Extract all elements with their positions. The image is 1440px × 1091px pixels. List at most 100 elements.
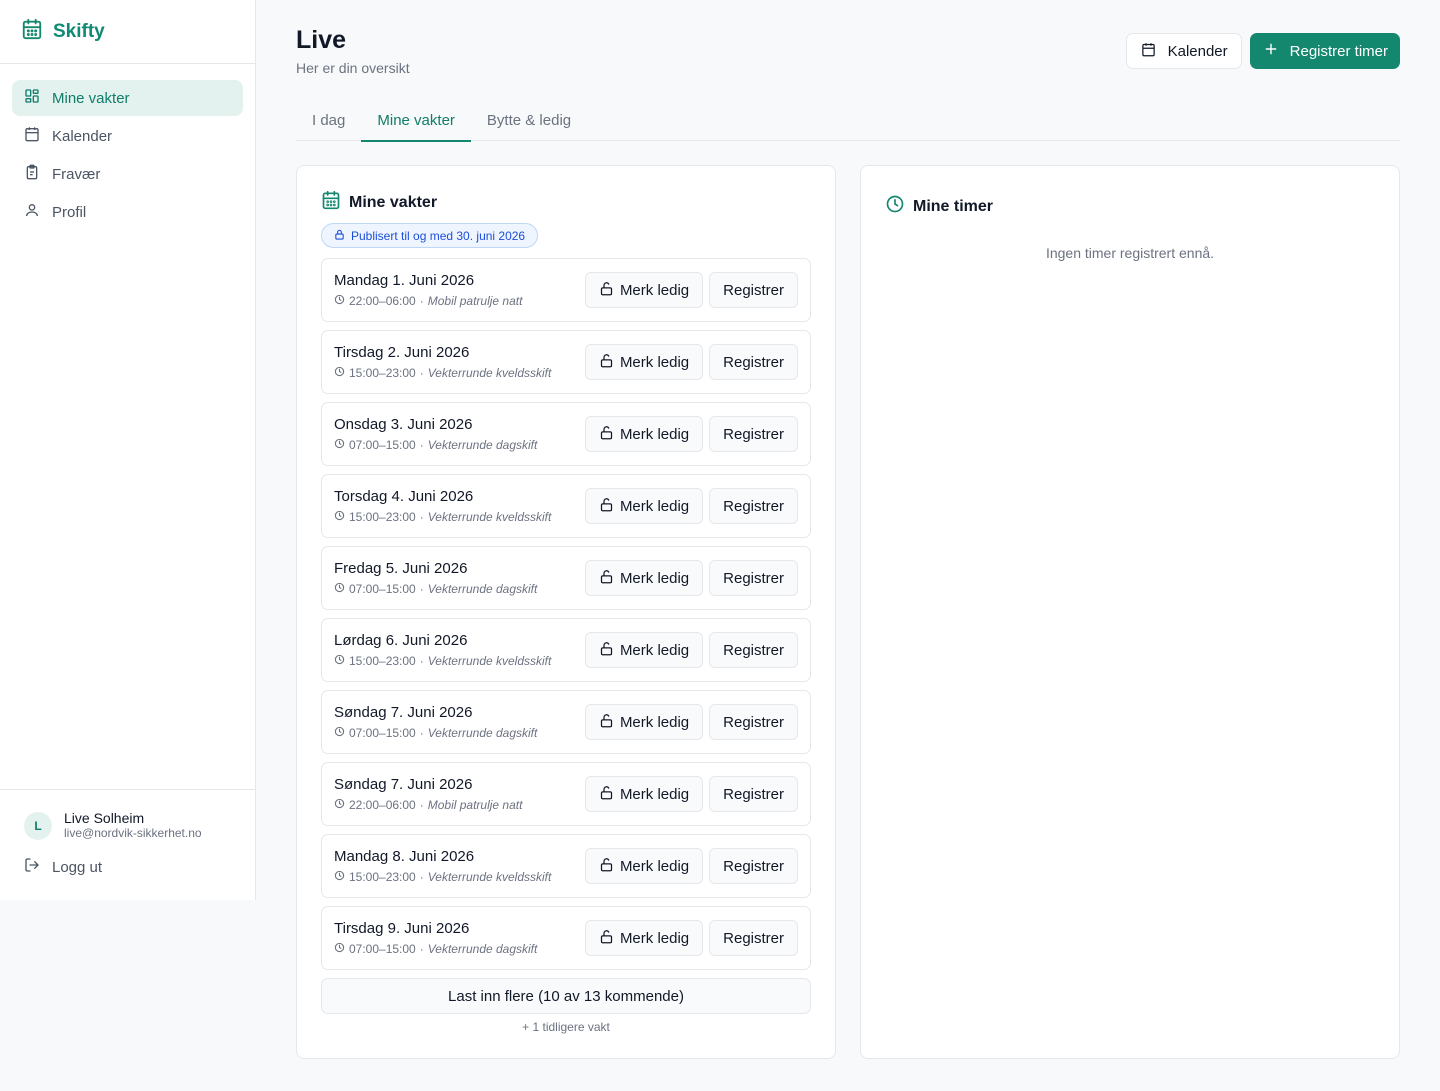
mark-free-label: Merk ledig bbox=[619, 929, 690, 947]
register-shift-button[interactable]: Registrer bbox=[709, 776, 798, 812]
tabs: I dag Mine vakter Bytte & ledig bbox=[296, 100, 1400, 142]
shift-row: Lørdag 6. Juni 2026 15:00–23:00 · Vekterrun… bbox=[321, 618, 811, 682]
mark-free-button[interactable]: Merk ledig bbox=[584, 488, 704, 524]
shift-date: Lørdag 6. Juni 2026 bbox=[334, 632, 468, 649]
shift-row: Mandag 1. Juni 2026 22:00–06:00 · Mobil pat… bbox=[321, 258, 811, 322]
sidebar-item-label: Fravær bbox=[52, 165, 101, 183]
logout-icon bbox=[24, 857, 40, 877]
sidebar-footer: L Live Solheim live@nordvik-sikkerhet.no… bbox=[0, 789, 255, 900]
shift-type: Mobil patrulje natt bbox=[427, 798, 523, 812]
mark-free-button[interactable]: Merk ledig bbox=[584, 848, 704, 884]
clock-icon bbox=[885, 194, 905, 219]
user-email: live@nordvik-sikkerhet.no bbox=[64, 826, 202, 840]
page-title: Live bbox=[296, 26, 347, 54]
shift-type: Vekterrunde dagskift bbox=[427, 582, 538, 596]
shift-time: 15:00–23:00 bbox=[349, 654, 416, 668]
shift-date: Mandag 8. Juni 2026 bbox=[334, 848, 475, 865]
published-badge-label: Publisert til og med 30. juni 2026 bbox=[351, 228, 526, 243]
shift-time: 07:00–15:00 bbox=[349, 438, 416, 452]
shift-date: Mandag 1. Juni 2026 bbox=[334, 272, 475, 289]
shift-info: Onsdag 3. Juni 2026 07:00–15:00 · Vekterrun… bbox=[334, 416, 537, 452]
shift-actions: Merk ledig Registrer bbox=[584, 776, 798, 812]
sidebar-item-profil[interactable]: Profil bbox=[12, 194, 243, 230]
mark-free-label: Merk ledig bbox=[619, 641, 690, 659]
main-content: Live Her er din oversikt Kalender Regist… bbox=[296, 0, 1400, 1059]
shift-meta: 07:00–15:00 · Vekterrunde dagskift bbox=[334, 438, 537, 452]
shift-info: Mandag 1. Juni 2026 22:00–06:00 · Mobil pat… bbox=[334, 272, 522, 308]
shift-time: 22:00–06:00 bbox=[349, 294, 416, 308]
sidebar-item-label: Kalender bbox=[52, 127, 113, 145]
mark-free-button[interactable]: Merk ledig bbox=[584, 704, 704, 740]
mark-free-label: Merk ledig bbox=[619, 569, 690, 587]
calendar-button[interactable]: Kalender bbox=[1125, 33, 1242, 69]
unlock-icon bbox=[599, 569, 614, 588]
load-more-button[interactable]: Last inn flere (10 av 13 kommende) bbox=[321, 978, 811, 1014]
separator-dot: · bbox=[419, 654, 424, 668]
register-shift-button[interactable]: Registrer bbox=[709, 560, 798, 596]
register-shift-button[interactable]: Registrer bbox=[709, 272, 798, 308]
register-shift-button[interactable]: Registrer bbox=[709, 848, 798, 884]
sidebar-item-mine-vakter[interactable]: Mine vakter bbox=[12, 80, 243, 116]
mark-free-button[interactable]: Merk ledig bbox=[584, 272, 704, 308]
shift-row: Søndag 7. Juni 2026 22:00–06:00 · Mobil pat… bbox=[321, 762, 811, 826]
brand-name: Skifty bbox=[53, 20, 105, 42]
tab-i-dag[interactable]: I dag bbox=[296, 100, 361, 141]
separator-dot: · bbox=[419, 870, 424, 884]
clock-icon bbox=[334, 366, 345, 380]
register-hours-button[interactable]: Registrer timer bbox=[1249, 33, 1400, 69]
clock-icon bbox=[334, 726, 345, 740]
shift-meta: 22:00–06:00 · Mobil patrulje natt bbox=[334, 798, 522, 812]
shift-actions: Merk ledig Registrer bbox=[584, 848, 798, 884]
mark-free-button[interactable]: Merk ledig bbox=[584, 632, 704, 668]
shift-row: Fredag 5. Juni 2026 07:00–15:00 · Vekterrun… bbox=[321, 546, 811, 610]
sidebar-item-label: Profil bbox=[52, 203, 87, 221]
mark-free-button[interactable]: Merk ledig bbox=[584, 560, 704, 596]
clock-icon bbox=[334, 438, 345, 452]
calendar-button-label: Kalender bbox=[1167, 42, 1228, 60]
separator-dot: · bbox=[419, 438, 424, 452]
sidebar-item-fravaer[interactable]: Fravær bbox=[12, 156, 243, 192]
mark-free-button[interactable]: Merk ledig bbox=[584, 920, 704, 956]
shift-info: Torsdag 4. Juni 2026 15:00–23:00 · Vekterru… bbox=[334, 488, 551, 524]
tab-mine-vakter[interactable]: Mine vakter bbox=[361, 100, 471, 142]
user-profile: L Live Solheim live@nordvik-sikkerhet.no bbox=[24, 810, 231, 841]
register-shift-button[interactable]: Registrer bbox=[709, 920, 798, 956]
shift-time: 15:00–23:00 bbox=[349, 510, 416, 524]
mark-free-button[interactable]: Merk ledig bbox=[584, 344, 704, 380]
register-shift-button[interactable]: Registrer bbox=[709, 416, 798, 452]
unlock-icon bbox=[599, 785, 614, 804]
sidebar-item-label: Mine vakter bbox=[52, 89, 130, 107]
unlock-icon bbox=[599, 497, 614, 516]
shift-actions: Merk ledig Registrer bbox=[584, 488, 798, 524]
separator-dot: · bbox=[419, 510, 424, 524]
shift-time: 07:00–15:00 bbox=[349, 582, 416, 596]
shift-type: Vekterrunde kveldsskift bbox=[427, 510, 552, 524]
brand[interactable]: Skifty bbox=[0, 0, 255, 64]
register-shift-button[interactable]: Registrer bbox=[709, 704, 798, 740]
separator-dot: · bbox=[419, 294, 424, 308]
tab-bytte-ledig[interactable]: Bytte & ledig bbox=[471, 100, 587, 141]
shift-info: Mandag 8. Juni 2026 15:00–23:00 · Vekterrun… bbox=[334, 848, 551, 884]
mark-free-label: Merk ledig bbox=[619, 281, 690, 299]
shift-date: Tirsdag 2. Juni 2026 bbox=[334, 344, 470, 361]
clipboard-icon bbox=[24, 164, 40, 184]
shift-date: Tirsdag 9. Juni 2026 bbox=[334, 920, 470, 937]
shift-actions: Merk ledig Registrer bbox=[584, 560, 798, 596]
mark-free-button[interactable]: Merk ledig bbox=[584, 416, 704, 452]
mark-free-button[interactable]: Merk ledig bbox=[584, 776, 704, 812]
shift-date: Fredag 5. Juni 2026 bbox=[334, 560, 468, 577]
register-shift-button[interactable]: Registrer bbox=[709, 344, 798, 380]
shift-meta: 15:00–23:00 · Vekterrunde kveldsskift bbox=[334, 654, 551, 668]
register-shift-button[interactable]: Registrer bbox=[709, 488, 798, 524]
shift-actions: Merk ledig Registrer bbox=[584, 344, 798, 380]
hours-card-title: Mine timer bbox=[913, 197, 994, 215]
shift-type: Vekterrunde kveldsskift bbox=[427, 654, 552, 668]
register-shift-button[interactable]: Registrer bbox=[709, 632, 798, 668]
shift-meta: 15:00–23:00 · Vekterrunde kveldsskift bbox=[334, 366, 551, 380]
unlock-icon bbox=[599, 929, 614, 948]
shift-row: Søndag 7. Juni 2026 07:00–15:00 · Vekterrun… bbox=[321, 690, 811, 754]
logout-button[interactable]: Logg ut bbox=[24, 857, 231, 877]
clock-icon bbox=[334, 942, 345, 956]
mark-free-label: Merk ledig bbox=[619, 497, 690, 515]
sidebar-item-kalender[interactable]: Kalender bbox=[12, 118, 243, 154]
